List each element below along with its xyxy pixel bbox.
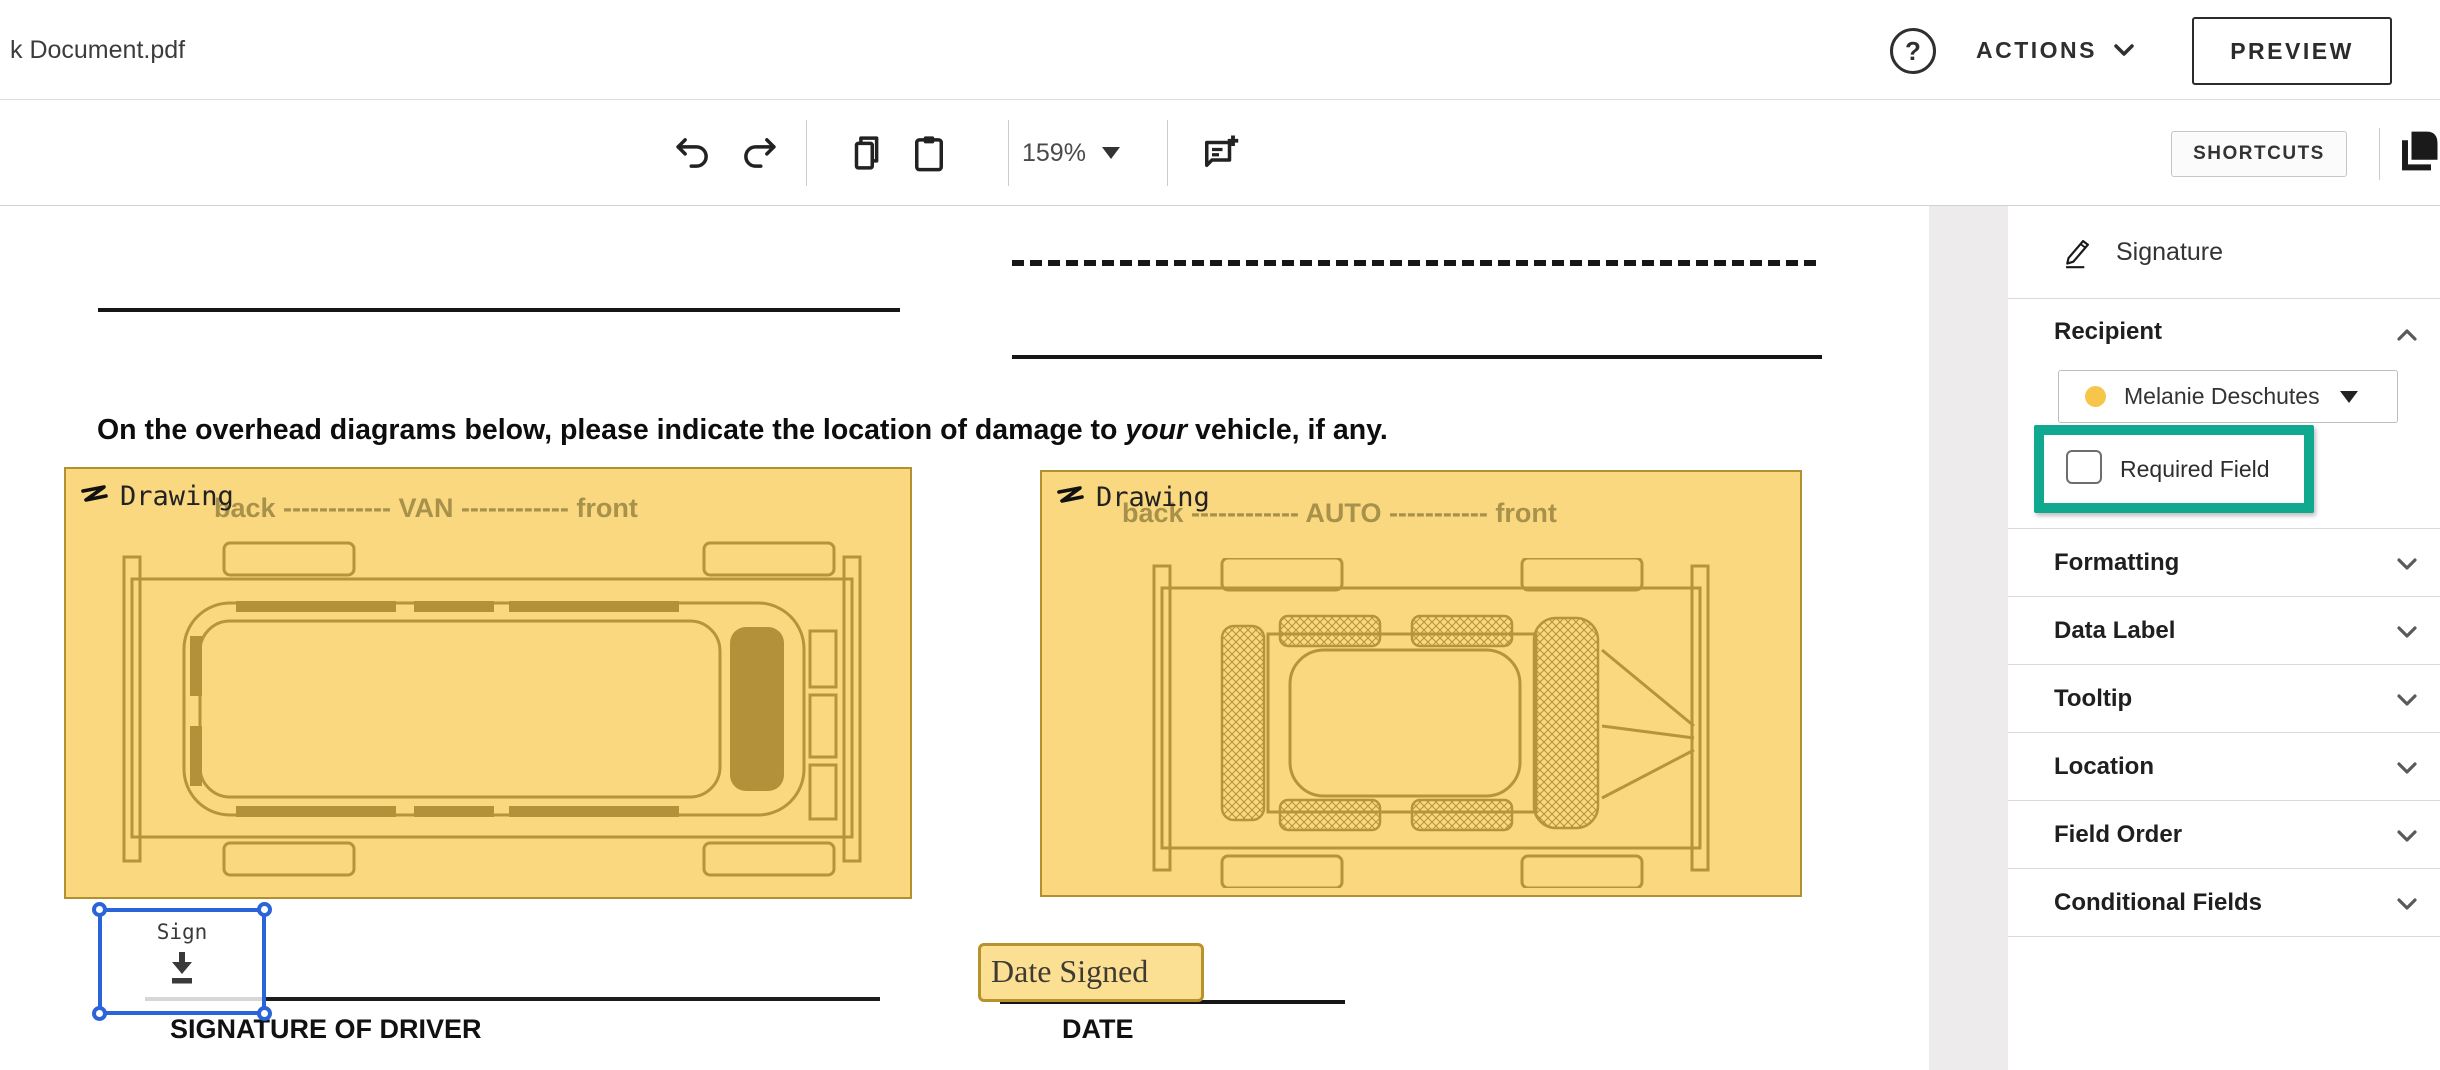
caret-down-icon [2340, 391, 2358, 403]
copy-icon[interactable] [846, 132, 888, 174]
chevron-down-icon [2394, 891, 2420, 917]
editor-toolbar: 159% SHORTCUTS [0, 100, 2440, 206]
section-label: Tooltip [2054, 665, 2132, 733]
sidebar-section-conditional-fields[interactable]: Conditional Fields [2008, 869, 2440, 937]
undo-icon[interactable] [672, 132, 714, 174]
drawing-field-van[interactable]: Drawing back ------------ VAN ----------… [64, 467, 912, 899]
shortcuts-button[interactable]: SHORTCUTS [2171, 131, 2347, 177]
resize-handle-sw[interactable] [92, 1006, 107, 1021]
sidebar-section-location[interactable]: Location [2008, 733, 2440, 801]
field-type-label: Signature [2116, 238, 2223, 267]
redo-icon[interactable] [738, 132, 780, 174]
van-diagram [84, 541, 896, 889]
top-bar: k Document.pdf ? ACTIONS PREVIEW [0, 0, 2440, 100]
actions-label: ACTIONS [1976, 37, 2097, 64]
preview-button[interactable]: PREVIEW [2192, 17, 2392, 85]
pdf-instruction-text: On the overhead diagrams below, please i… [97, 414, 1388, 447]
section-label: Field Order [2054, 801, 2182, 869]
required-field-checkbox[interactable] [2066, 450, 2102, 484]
recipient-color-dot [2085, 386, 2106, 407]
sidebar-section-tooltip[interactable]: Tooltip [2008, 665, 2440, 733]
recipient-name: Melanie Deschutes [2124, 383, 2320, 410]
sidebar-section-field-order[interactable]: Field Order [2008, 801, 2440, 869]
canvas-gutter [1929, 206, 2008, 1070]
sign-field-label: Sign [102, 920, 262, 944]
recipient-section-header: Recipient [2054, 318, 2162, 346]
drawing-field-tag: Drawing [1054, 482, 1210, 513]
recipient-dropdown[interactable]: Melanie Deschutes [2058, 370, 2398, 423]
toolbar-separator [2379, 128, 2380, 180]
drawing-field-tag: Drawing [78, 481, 234, 512]
caret-down-icon [1102, 147, 1120, 159]
field-editor-app: k Document.pdf ? ACTIONS PREVIEW [0, 0, 2440, 1070]
date-signed-field[interactable]: Date Signed [978, 943, 1204, 1002]
drawing-field-auto[interactable]: Drawing back ------------ AUTO ---------… [1040, 470, 1802, 897]
sidebar-divider [2008, 298, 2440, 299]
date-line-label: DATE [1062, 1014, 1134, 1045]
toolbar-separator [1008, 120, 1009, 186]
drawing-field-label: Drawing [120, 481, 234, 512]
section-label: Formatting [2054, 529, 2179, 597]
required-field-highlight: Required Field [2034, 425, 2314, 513]
pages-icon[interactable] [2392, 122, 2440, 178]
drawing-field-label: Drawing [1096, 482, 1210, 513]
sign-arrow-icon [166, 950, 198, 988]
add-comment-icon[interactable] [1198, 132, 1240, 174]
signature-line-label: SIGNATURE OF DRIVER [170, 1014, 482, 1045]
sidebar-field-type[interactable]: Signature [2008, 206, 2440, 298]
section-label: Location [2054, 733, 2154, 801]
sidebar-section-data-label[interactable]: Data Label [2008, 597, 2440, 665]
pdf-line [1012, 355, 1822, 359]
chevron-down-icon [2111, 37, 2137, 63]
section-label: Data Label [2054, 597, 2175, 665]
resize-handle-se[interactable] [257, 1006, 272, 1021]
sign-field-selected[interactable]: Sign [98, 908, 266, 1015]
resize-handle-nw[interactable] [92, 902, 107, 917]
chevron-down-icon [2394, 619, 2420, 645]
chevron-down-icon [2394, 755, 2420, 781]
required-field-label: Required Field [2120, 435, 2270, 503]
paste-icon[interactable] [908, 132, 950, 174]
scribble-icon [1054, 484, 1086, 512]
chevron-down-icon [2394, 823, 2420, 849]
help-icon[interactable]: ? [1890, 28, 1936, 74]
zoom-level: 159% [1022, 139, 1086, 168]
pdf-line [98, 308, 900, 312]
toolbar-separator [1167, 120, 1168, 186]
section-label: Conditional Fields [2054, 869, 2262, 937]
signature-pen-icon [2060, 235, 2094, 269]
zoom-dropdown[interactable]: 159% [1022, 100, 1120, 206]
chevron-up-icon[interactable] [2394, 322, 2420, 348]
toolbar-separator [806, 120, 807, 186]
pdf-dashed-line [1012, 260, 1816, 266]
actions-button[interactable]: ACTIONS [1976, 0, 2137, 100]
van-caption: back ------------ VAN ------------ front [214, 493, 638, 524]
document-title: k Document.pdf [10, 0, 185, 100]
auto-diagram [1072, 558, 1772, 888]
chevron-down-icon [2394, 551, 2420, 577]
resize-handle-ne[interactable] [257, 902, 272, 917]
sidebar-section-formatting[interactable]: Formatting [2008, 529, 2440, 597]
chevron-down-icon [2394, 687, 2420, 713]
scribble-icon [78, 483, 110, 511]
